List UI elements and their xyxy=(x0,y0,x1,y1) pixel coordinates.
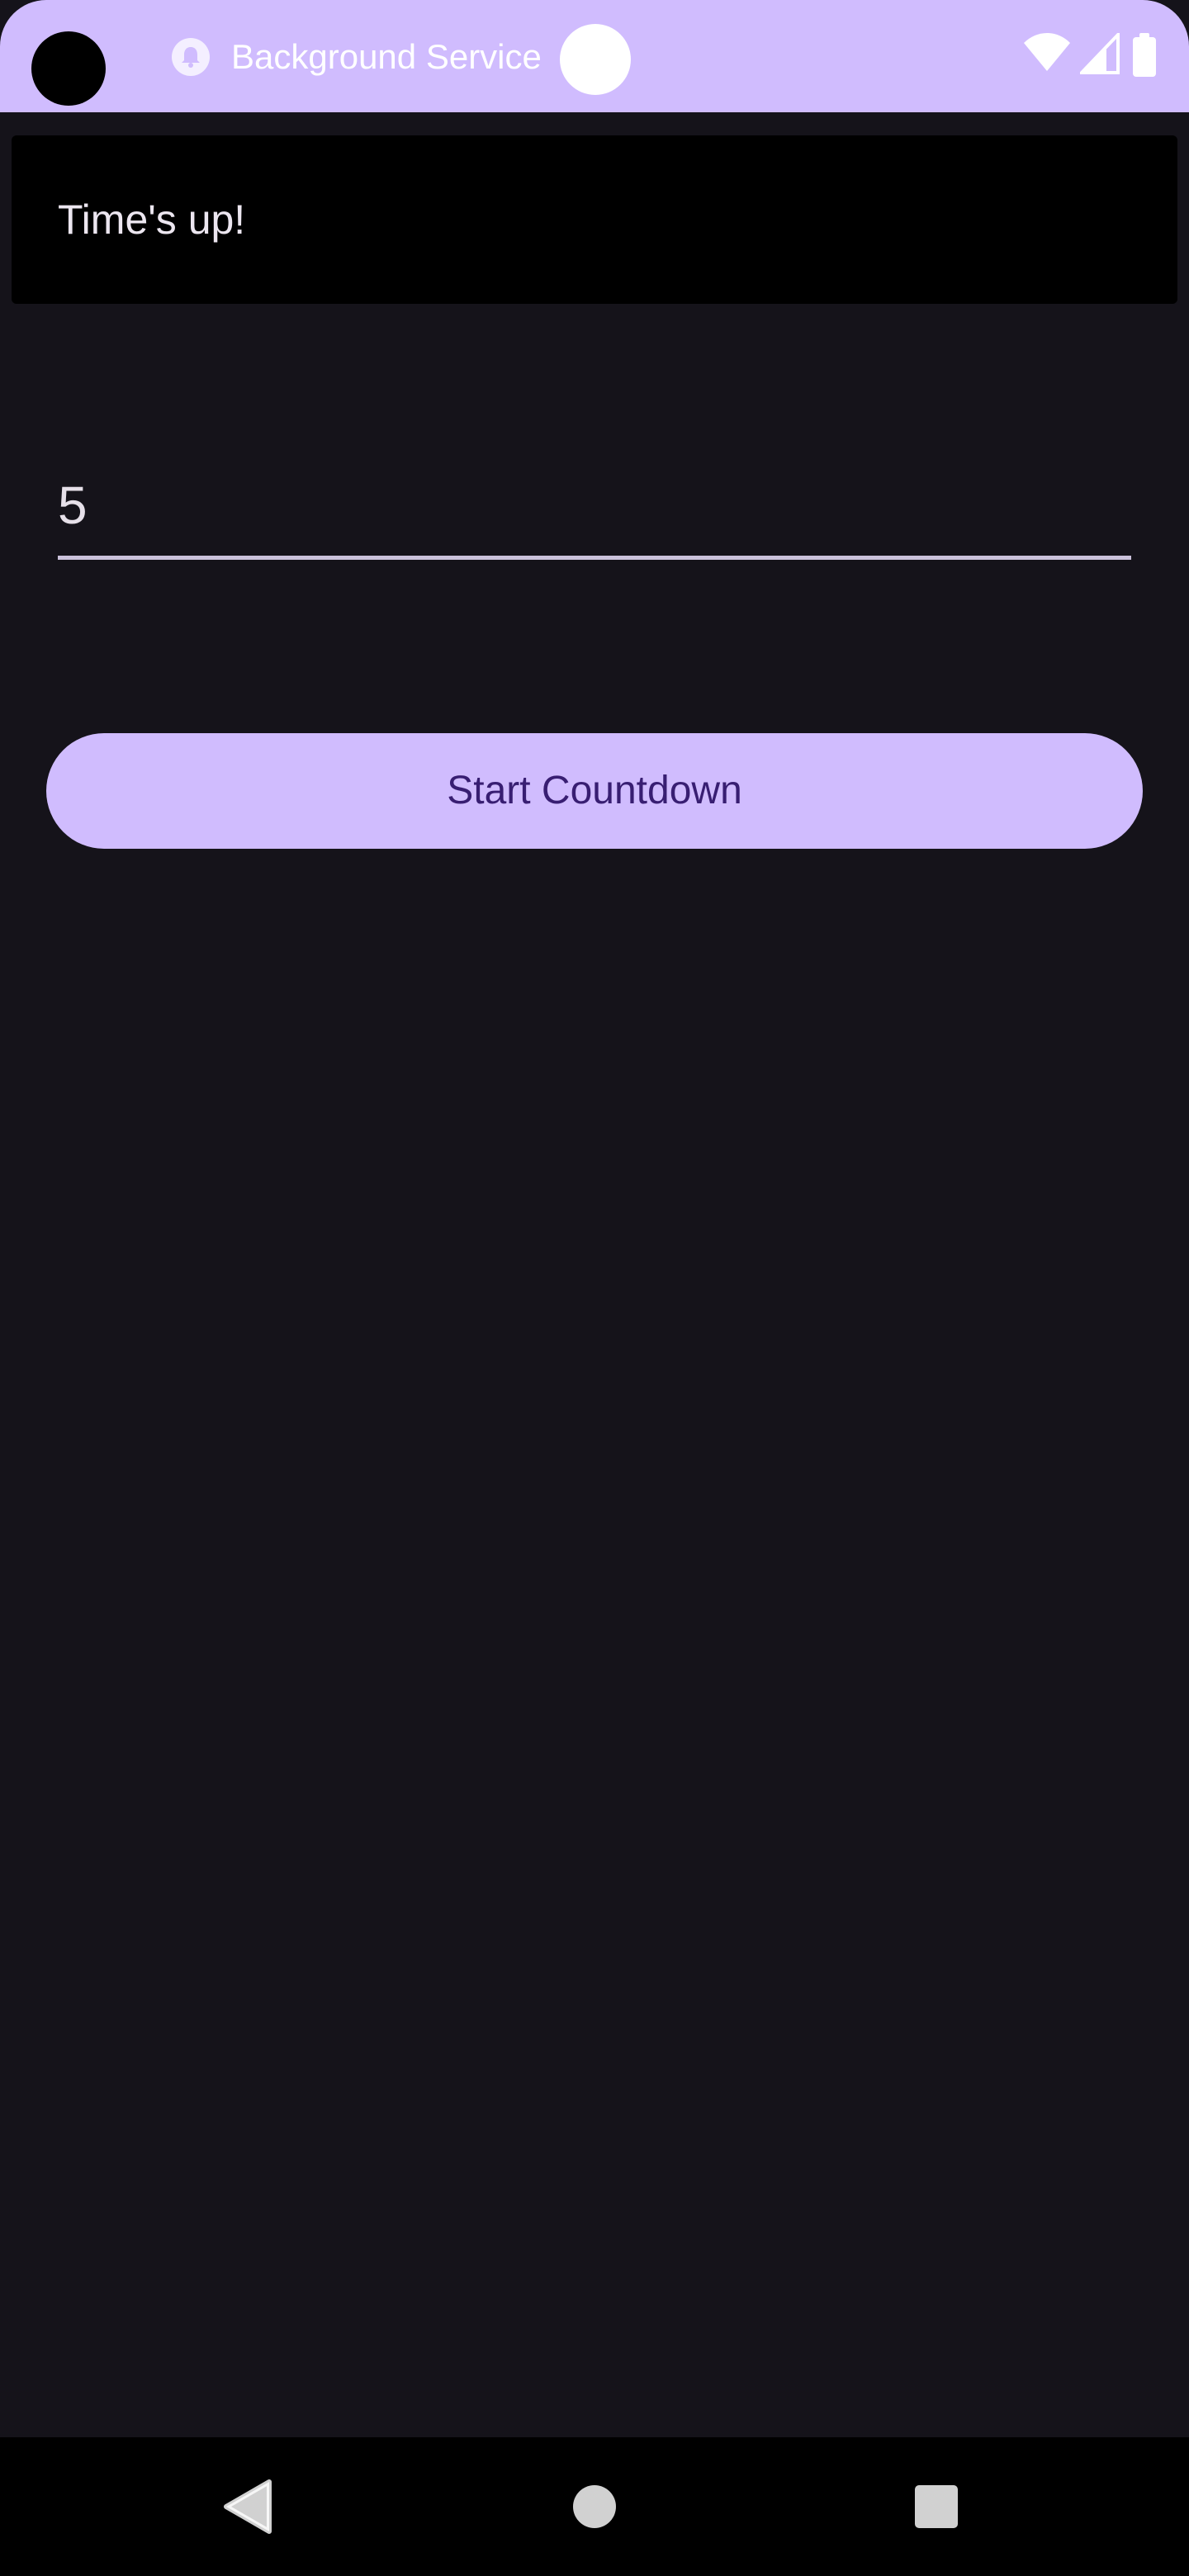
countdown-seconds-input[interactable] xyxy=(58,462,1131,560)
notification-bell-icon xyxy=(172,38,210,76)
navigation-bar xyxy=(0,2437,1189,2576)
wifi-icon xyxy=(1024,33,1070,78)
back-icon[interactable] xyxy=(183,2437,315,2576)
status-bar: Background Service xyxy=(0,0,1189,112)
start-countdown-button[interactable]: Start Countdown xyxy=(46,733,1143,849)
battery-icon xyxy=(1131,33,1158,82)
status-indicator-dot xyxy=(560,24,631,95)
camera-cutout xyxy=(31,31,106,106)
recents-icon[interactable] xyxy=(870,2437,1002,2576)
home-icon[interactable] xyxy=(528,2437,661,2576)
cellular-signal-icon xyxy=(1078,31,1120,78)
status-bar-title: Background Service xyxy=(231,37,542,76)
message-text: Time's up! xyxy=(58,197,246,243)
message-card: Time's up! xyxy=(12,135,1177,304)
status-icons xyxy=(1024,31,1172,83)
app-screen: Background Service Time's up! 5 Start Co… xyxy=(0,0,1189,2576)
